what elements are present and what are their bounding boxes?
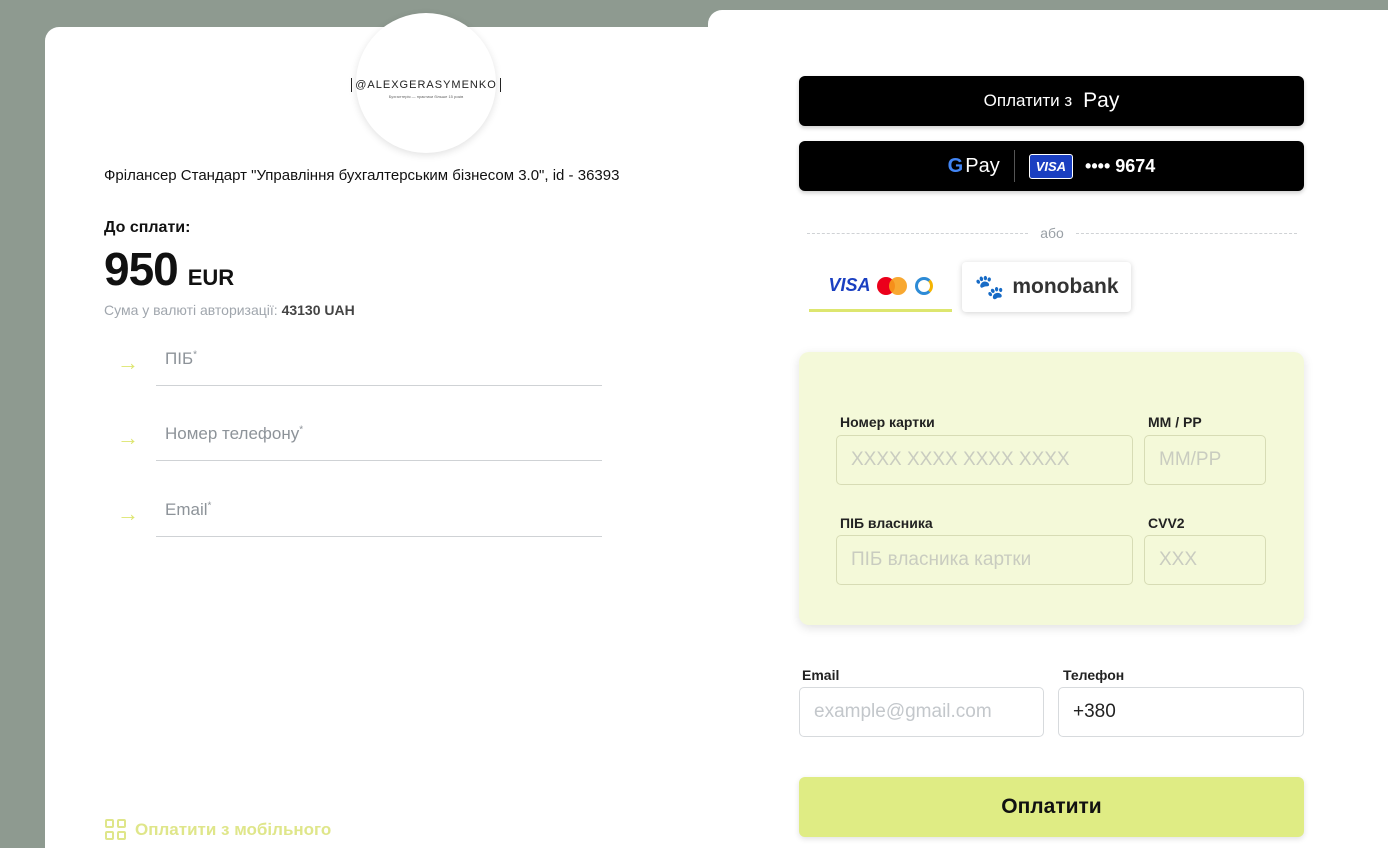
amount-value: 950 [104, 243, 179, 295]
required-mark: * [207, 500, 212, 512]
contact-email-input[interactable] [799, 687, 1044, 737]
masked-card-number: •••• 9674 [1085, 155, 1156, 176]
cvv-input[interactable] [1144, 535, 1266, 585]
expiry-label: ММ / РР [1148, 414, 1202, 430]
name-label: ПІБ [165, 349, 194, 368]
email-input[interactable]: Email* [156, 489, 602, 537]
arrow-right-icon: → [117, 350, 139, 375]
required-mark: * [193, 349, 198, 361]
tab-cards[interactable]: VISA [809, 262, 952, 312]
or-label: або [1040, 225, 1064, 241]
google-pay-word: Pay [965, 154, 1000, 177]
mastercard-logo-icon [876, 276, 907, 295]
phone-field[interactable]: → Номер телефону* [117, 413, 602, 461]
expiry-input[interactable] [1144, 435, 1266, 485]
required-mark: * [299, 424, 304, 436]
payment-method-tabs: VISA 🐾 monobank [809, 262, 1131, 312]
name-field[interactable]: → ПІБ* [117, 338, 602, 386]
pay-button[interactable]: Оплатити [799, 777, 1304, 837]
apple-pay-word: Pay [1083, 89, 1120, 112]
amount-row: 950 EUR [104, 242, 234, 296]
holder-input[interactable] [836, 535, 1133, 585]
phone-label: Номер телефону [165, 424, 300, 443]
prostir-logo-icon [914, 276, 933, 295]
merchant-tagline: Бухгалтерія — практики більше 15 років [388, 93, 464, 99]
tab-monobank[interactable]: 🐾 monobank [962, 262, 1131, 312]
merchant-brand: @ALEXGERASYMENKO [351, 77, 501, 92]
holder-label: ПІБ власника [840, 515, 933, 531]
or-divider: або [807, 223, 1297, 243]
paw-icon: 🐾 [974, 273, 1005, 301]
card-number-label: Номер картки [840, 414, 935, 430]
pay-from-mobile-label: Оплатити з мобільного [135, 819, 332, 839]
google-pay-button[interactable]: G Pay VISA •••• 9674 [799, 141, 1304, 191]
amount-currency: EUR [187, 265, 235, 290]
auth-sum: Сума у валюті авторизації: 43130 UAH [104, 302, 355, 318]
divider [1013, 150, 1015, 182]
order-panel: @ALEXGERASYMENKO Бухгалтерія — практики … [45, 13, 745, 848]
apple-pay-prefix: Оплатити з [983, 91, 1073, 110]
name-input[interactable]: ПІБ* [156, 338, 602, 386]
contact-phone-input[interactable] [1058, 687, 1304, 737]
email-label: Email [165, 500, 208, 519]
arrow-right-icon: → [117, 501, 139, 526]
contact-email-label: Email [802, 667, 840, 683]
phone-input[interactable]: Номер телефону* [156, 413, 602, 461]
arrow-right-icon: → [117, 425, 139, 450]
auth-sum-label: Сума у валюті авторизації: [104, 302, 278, 318]
payment-panel: Оплатити з Pay G Pay VISA •••• 9674 або … [708, 10, 1388, 848]
order-title: Фрілансер Стандарт "Управління бухгалтер… [104, 167, 620, 184]
visa-logo-icon: VISA [828, 275, 871, 295]
monobank-label: monobank [1012, 275, 1119, 298]
cvv-label: CVV2 [1148, 515, 1185, 531]
merchant-logo: @ALEXGERASYMENKO Бухгалтерія — практики … [351, 13, 501, 153]
contact-phone-label: Телефон [1063, 667, 1125, 683]
auth-sum-value: 43130 UAH [281, 302, 355, 318]
due-label: До сплати: [104, 219, 191, 236]
card-form: Номер картки ММ / РР ПІБ власника CVV2 [799, 352, 1304, 625]
apple-pay-button[interactable]: Оплатити з Pay [799, 76, 1304, 126]
google-g-icon: G [947, 154, 964, 177]
email-field[interactable]: → Email* [117, 489, 602, 537]
qr-code-icon [105, 819, 126, 840]
card-number-input[interactable] [836, 435, 1133, 485]
visa-card-icon: VISA [1028, 153, 1074, 179]
pay-from-mobile-link[interactable]: Оплатити з мобільного [105, 819, 331, 840]
